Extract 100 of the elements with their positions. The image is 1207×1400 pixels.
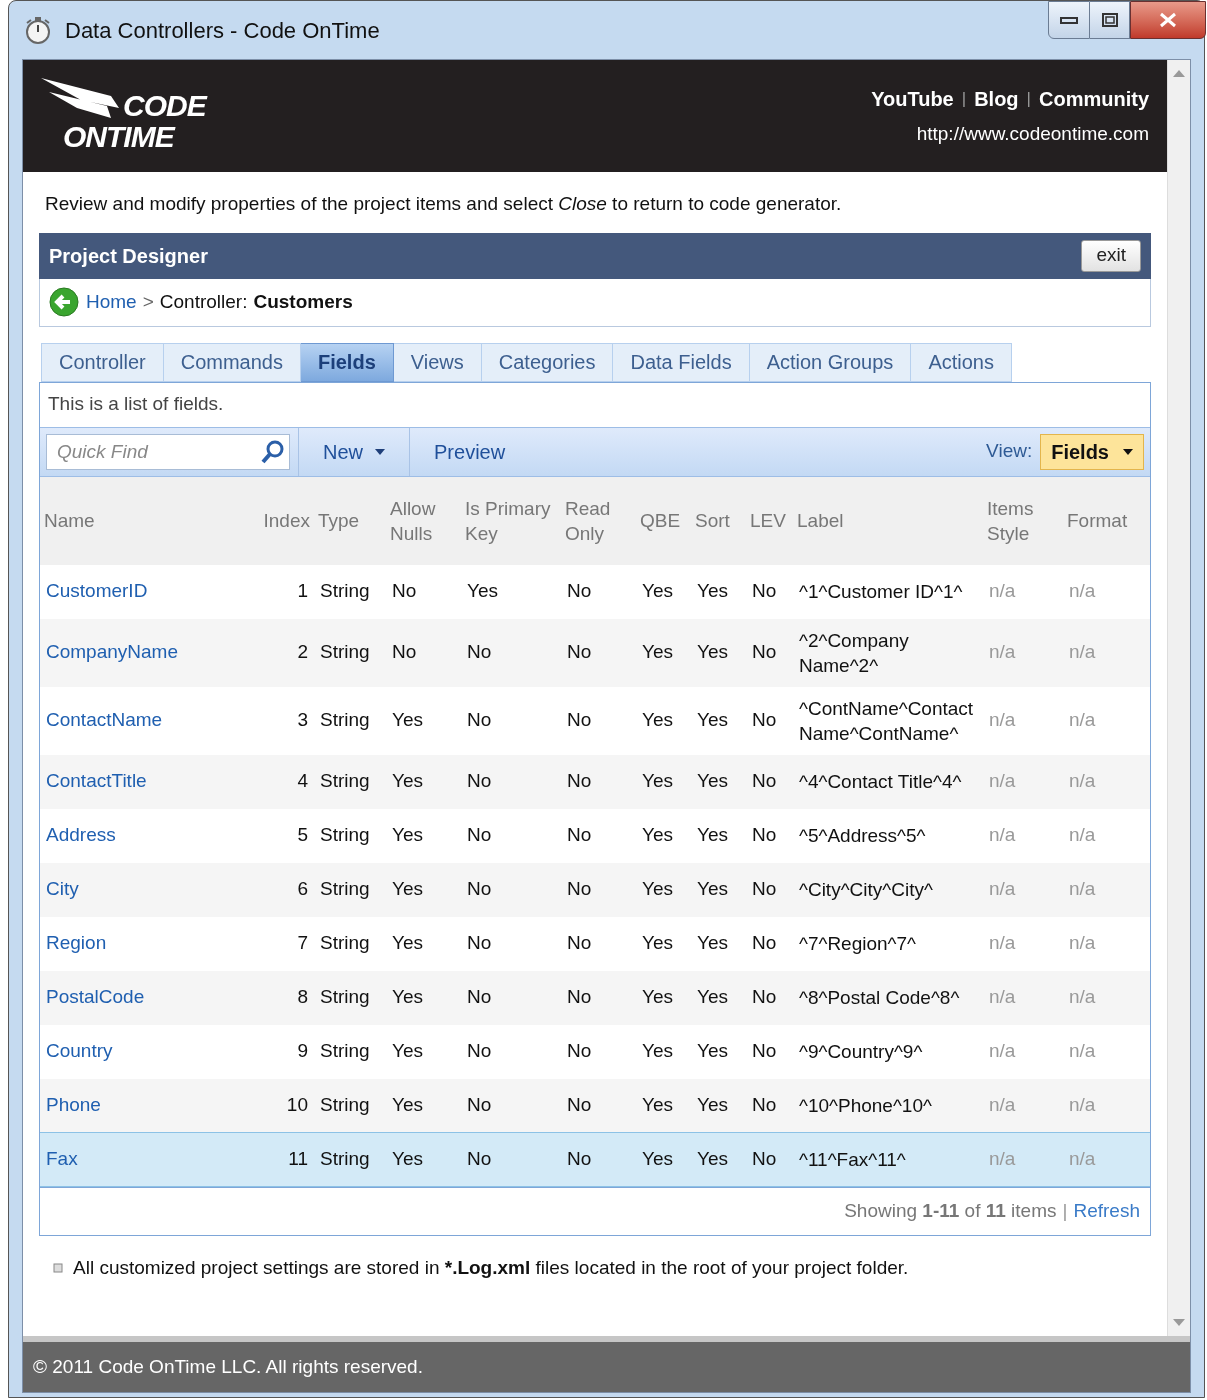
toolbar-button[interactable]: Preview bbox=[409, 427, 530, 476]
table-cell: Yes bbox=[642, 580, 673, 602]
tab[interactable]: Controller bbox=[41, 342, 164, 382]
table-cell: String bbox=[320, 932, 370, 954]
column-header[interactable]: Sort bbox=[691, 476, 746, 565]
column-header[interactable]: Allow Nulls bbox=[386, 476, 461, 565]
column-header[interactable]: LEV bbox=[746, 476, 793, 565]
maximize-button[interactable] bbox=[1090, 1, 1130, 39]
tab[interactable]: Views bbox=[393, 342, 482, 382]
tab[interactable]: Commands bbox=[163, 342, 301, 382]
table-cell: Yes bbox=[392, 932, 423, 954]
table-cell: No bbox=[567, 1094, 592, 1115]
field-name-link[interactable]: ContactTitle bbox=[46, 770, 147, 792]
header-link[interactable]: YouTube bbox=[871, 83, 954, 114]
search-icon[interactable] bbox=[260, 438, 286, 465]
table-cell: 4 bbox=[297, 770, 308, 792]
header-link[interactable]: Blog bbox=[974, 83, 1019, 114]
breadcrumb-separator: > bbox=[142, 289, 154, 314]
field-name-link[interactable]: ContactName bbox=[46, 709, 163, 731]
column-header[interactable]: Name bbox=[40, 476, 252, 565]
table-cell: No bbox=[467, 932, 492, 954]
table-cell: n/a bbox=[1069, 770, 1096, 792]
table-cell-text: ^10^Phone^10^ bbox=[799, 1093, 933, 1118]
table-cell: No bbox=[567, 986, 592, 1008]
field-name-link[interactable]: CustomerID bbox=[46, 580, 148, 602]
table-cell: No bbox=[567, 1040, 592, 1062]
table-cell: Yes bbox=[642, 770, 673, 792]
table-row[interactable]: PostalCode 8 String Yes No No Yes Yes No ^8^Postal Code^8^ n/a n/a bbox=[40, 970, 1150, 1025]
table-cell: Yes bbox=[642, 709, 673, 731]
field-name-link[interactable]: Address bbox=[46, 824, 116, 846]
link-separator: | bbox=[1026, 88, 1031, 110]
table-cell: No bbox=[752, 770, 777, 792]
home-link[interactable]: Home bbox=[86, 287, 137, 317]
logo-text: CODE bbox=[122, 90, 206, 121]
table-cell: Yes bbox=[392, 770, 423, 792]
table-row[interactable]: ContactTitle 4 String Yes No No Yes Yes No ^4^Contact Title^4^ n/a n/a bbox=[40, 754, 1150, 809]
close-button[interactable] bbox=[1130, 1, 1206, 39]
column-header[interactable]: Index bbox=[252, 476, 314, 565]
table-cell: No bbox=[752, 878, 777, 900]
quick-find-field[interactable]: Quick Find bbox=[46, 433, 290, 470]
field-name-link[interactable]: Phone bbox=[46, 1094, 101, 1115]
table-cell: String bbox=[320, 1094, 370, 1115]
tab[interactable]: Fields bbox=[300, 342, 394, 382]
tab[interactable]: Categories bbox=[481, 342, 614, 382]
table-cell: Yes bbox=[392, 986, 423, 1008]
table-cell: No bbox=[467, 986, 492, 1008]
table-cell: n/a bbox=[989, 770, 1016, 792]
table-cell: No bbox=[392, 580, 417, 602]
minimize-button[interactable] bbox=[1048, 1, 1090, 39]
table-cell: No bbox=[752, 932, 777, 954]
table-cell: No bbox=[467, 709, 492, 731]
table-cell: n/a bbox=[1069, 1148, 1096, 1170]
breadcrumb-label: Controller: bbox=[159, 289, 248, 314]
table-cell: No bbox=[467, 1040, 492, 1062]
table-cell: Yes bbox=[697, 709, 728, 731]
exit-button[interactable]: exit bbox=[1081, 239, 1141, 272]
column-header[interactable]: Read Only bbox=[561, 476, 636, 565]
website-url: http://www.codeontime.com bbox=[916, 121, 1149, 146]
table-cell: String bbox=[320, 641, 370, 663]
tab[interactable]: Action Groups bbox=[749, 342, 912, 382]
field-name-link[interactable]: Fax bbox=[46, 1148, 78, 1170]
table-cell: Yes bbox=[697, 580, 728, 602]
caret-icon bbox=[1123, 448, 1133, 455]
column-header[interactable]: QBE bbox=[636, 476, 691, 565]
column-header[interactable]: Items Style bbox=[983, 476, 1063, 565]
field-name-link[interactable]: City bbox=[46, 878, 79, 900]
table-cell: No bbox=[567, 641, 592, 663]
column-header[interactable]: Format bbox=[1063, 476, 1150, 565]
table-row[interactable]: City 6 String Yes No No Yes Yes No ^City^City^City^ n/a n/a bbox=[40, 862, 1150, 917]
field-name-link[interactable]: Country bbox=[46, 1040, 113, 1062]
table-cell: n/a bbox=[989, 1148, 1016, 1170]
field-name-link[interactable]: Region bbox=[46, 932, 107, 954]
view-dropdown[interactable]: Fields bbox=[1040, 433, 1144, 470]
new-dropdown-button[interactable]: New bbox=[298, 427, 409, 476]
column-header[interactable]: Type bbox=[314, 476, 386, 565]
refresh-link[interactable]: Refresh bbox=[1073, 1197, 1140, 1226]
table-cell: n/a bbox=[1069, 986, 1096, 1008]
table-cell: 10 bbox=[286, 1094, 308, 1115]
table-cell: Yes bbox=[642, 1148, 673, 1170]
pager-summary: Showing 1-11 of 11 items bbox=[844, 1199, 1057, 1224]
column-header[interactable]: Is Primary Key bbox=[461, 476, 561, 565]
tab[interactable]: Actions bbox=[911, 342, 1012, 382]
field-name-link[interactable]: CompanyName bbox=[46, 641, 178, 663]
table-cell: Yes bbox=[697, 641, 728, 663]
table-cell-text: ^11^Fax^11^ bbox=[799, 1148, 907, 1172]
table-row[interactable]: Phone 10 String Yes No No Yes Yes No ^10^Phone^10^ n/a n/a bbox=[40, 1078, 1150, 1133]
table-cell: n/a bbox=[1069, 580, 1096, 602]
table-cell: Yes bbox=[467, 580, 498, 602]
table-row[interactable]: CompanyName 2 String No No No Yes Yes No ^2^Company Name^2^ n/a n/a bbox=[40, 618, 1150, 687]
header-link[interactable]: Community bbox=[1039, 83, 1149, 114]
tab[interactable]: Data Fields bbox=[613, 342, 750, 382]
table-cell-text: ^4^Contact Title^4^ bbox=[799, 770, 963, 794]
field-name-link[interactable]: PostalCode bbox=[46, 986, 145, 1008]
view-label: View: bbox=[986, 439, 1033, 464]
table-cell: No bbox=[752, 1148, 777, 1170]
window-title: Data Controllers - Code OnTime bbox=[65, 16, 380, 45]
table-cell: No bbox=[467, 1148, 492, 1170]
column-header[interactable]: Label bbox=[793, 476, 983, 565]
table-cell: Yes bbox=[642, 1040, 673, 1062]
table-cell: Yes bbox=[642, 986, 673, 1008]
